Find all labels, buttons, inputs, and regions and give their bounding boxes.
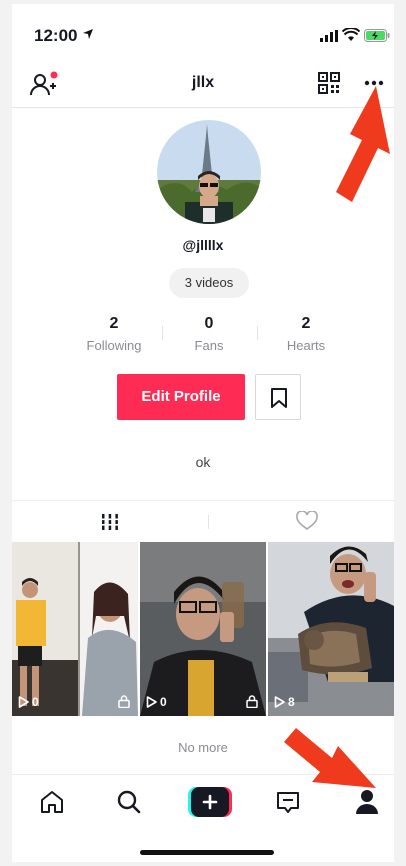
video-thumbnail[interactable]: 0 (140, 542, 266, 716)
video-thumbnail-image (268, 542, 394, 716)
view-count: 0 (18, 694, 39, 710)
username: @jllllx (182, 237, 224, 253)
video-grid: 0 0 8 (12, 542, 394, 716)
search-icon[interactable] (116, 789, 142, 815)
annotation-arrow (284, 728, 376, 788)
lock-icon (118, 695, 130, 708)
play-icon (146, 696, 157, 708)
status-bar: 12:00 (12, 4, 394, 60)
fans-label: Fans (194, 338, 224, 353)
lock-icon (246, 695, 258, 708)
content-tabs (12, 500, 394, 542)
create-icon[interactable] (188, 787, 232, 817)
fans-stat[interactable]: 0 Fans (161, 314, 257, 353)
view-count-value: 0 (160, 695, 167, 709)
following-count: 2 (109, 315, 119, 332)
profile-stats: 2 Following 0 Fans 2 Hearts (12, 314, 394, 360)
bio-text: ok (195, 454, 211, 470)
profile-icon[interactable] (355, 789, 379, 815)
annotation-arrow (336, 86, 390, 202)
play-icon (274, 696, 285, 708)
heart-icon[interactable] (296, 511, 318, 531)
fans-count: 0 (204, 315, 214, 332)
hearts-count: 2 (301, 315, 311, 332)
tab-divider (208, 515, 209, 529)
location-icon (83, 29, 93, 39)
view-count-value: 8 (288, 695, 295, 709)
bookmark-icon (271, 388, 287, 408)
home-icon[interactable] (39, 789, 65, 815)
home-indicator (140, 850, 274, 855)
view-count-value: 0 (32, 695, 39, 709)
avatar[interactable] (157, 120, 261, 224)
edit-profile-button[interactable]: Edit Profile (117, 374, 245, 420)
phone-screen: 12:00 jllx @jllllx 3 videos 2 Following … (12, 4, 394, 862)
inbox-icon[interactable] (275, 789, 301, 815)
signal-icon (320, 30, 338, 42)
video-thumbnail-image (12, 542, 138, 716)
status-time: 12:00 (34, 26, 78, 45)
grid-icon[interactable] (100, 513, 120, 531)
view-count: 8 (274, 694, 295, 710)
videos-count-pill[interactable]: 3 videos (169, 268, 249, 298)
video-thumbnail-image (140, 542, 266, 716)
favorites-button[interactable] (255, 374, 301, 420)
following-stat[interactable]: 2 Following (66, 314, 162, 353)
wifi-icon (342, 28, 360, 41)
play-icon (18, 696, 29, 708)
battery-icon (364, 29, 390, 42)
hearts-label: Hearts (286, 338, 326, 353)
view-count: 0 (146, 694, 167, 710)
video-thumbnail[interactable]: 8 (268, 542, 394, 716)
hearts-stat[interactable]: 2 Hearts (258, 314, 354, 353)
video-thumbnail[interactable]: 0 (12, 542, 138, 716)
following-label: Following (86, 338, 142, 353)
